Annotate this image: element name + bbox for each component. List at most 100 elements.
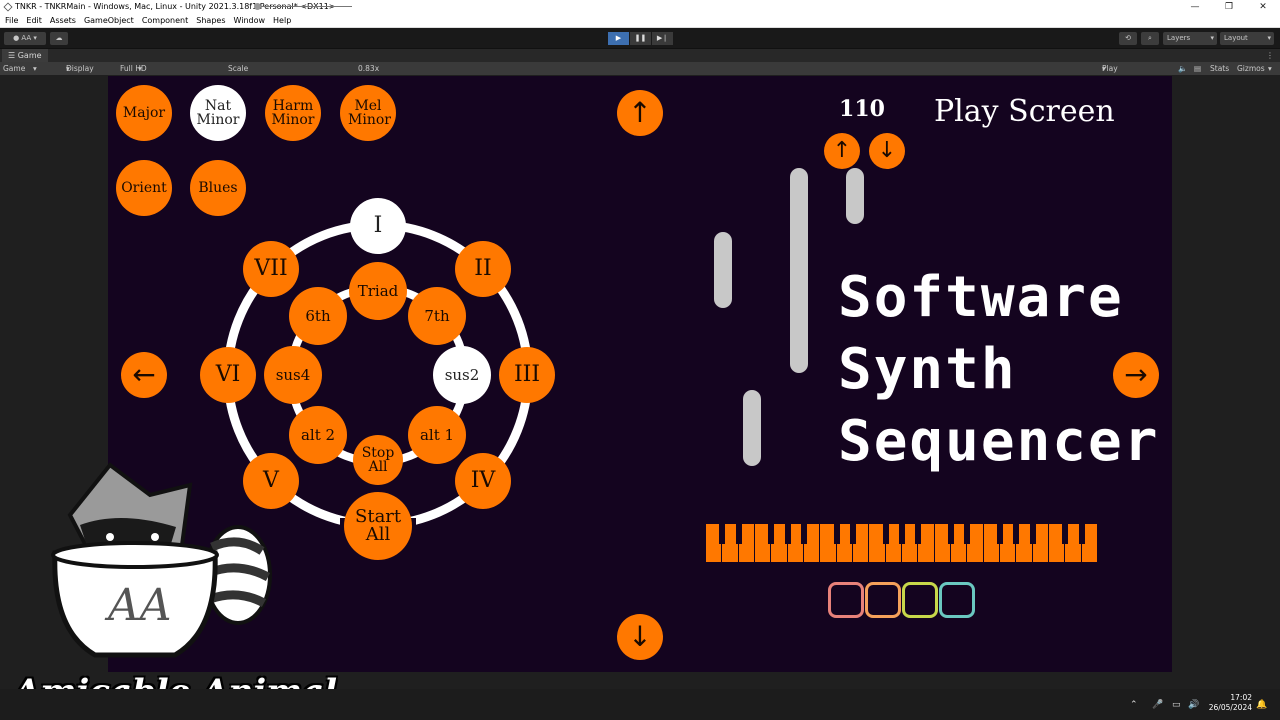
clock-time: 17:02 bbox=[1230, 693, 1252, 702]
piano-black-key[interactable] bbox=[899, 524, 905, 544]
search-icon[interactable]: ⌕ bbox=[1141, 32, 1159, 45]
brand-monogram: AA bbox=[104, 580, 172, 631]
menu-file[interactable]: File bbox=[5, 14, 18, 27]
chord-button-sus2[interactable]: sus2 bbox=[433, 346, 491, 404]
piano-black-key[interactable] bbox=[1029, 524, 1036, 544]
chevron-up-icon[interactable]: ⌃ bbox=[1130, 700, 1138, 710]
step-button[interactable]: ▶❘ bbox=[652, 32, 673, 45]
chevron-down-icon: ▾ bbox=[33, 64, 37, 73]
game-view-toolbar: Game▾ Display 1 ▾ Full HD (1920x1080)▾ S… bbox=[0, 62, 1280, 86]
menu-shapes[interactable]: Shapes bbox=[196, 14, 225, 27]
piano-keyboard[interactable] bbox=[706, 524, 1098, 562]
start-all-button[interactable]: Start All bbox=[344, 492, 412, 560]
menu-window[interactable]: Window bbox=[233, 14, 265, 27]
stop-all-label: Stop All bbox=[361, 445, 395, 475]
degree-button-i[interactable]: I bbox=[350, 198, 406, 254]
mute-audio-icon[interactable]: 🔈 bbox=[1178, 62, 1187, 75]
level-bar bbox=[714, 232, 732, 308]
cup: AA bbox=[51, 541, 219, 658]
piano-black-key[interactable] bbox=[882, 524, 889, 544]
network-icon[interactable]: ▭ bbox=[1172, 700, 1181, 710]
chevron-down-icon: ▾ bbox=[66, 64, 70, 73]
tempo-down-button[interactable]: ↓ bbox=[869, 133, 905, 169]
pattern-slot-1[interactable] bbox=[828, 582, 864, 618]
window-title: TNKR - TNKRMain - Windows, Mac, Linux - … bbox=[15, 2, 336, 11]
maximize-button[interactable]: ❐ bbox=[1212, 0, 1246, 14]
chevron-down-icon: ▾ bbox=[138, 64, 142, 73]
piano-black-key[interactable] bbox=[850, 524, 856, 544]
menu-bar: File Edit Assets GameObject Component Sh… bbox=[0, 14, 1280, 28]
piano-black-key[interactable] bbox=[948, 524, 954, 544]
clock-date: 26/05/2024 bbox=[1208, 703, 1252, 712]
layout-dropdown[interactable]: Layout ▾ bbox=[1220, 32, 1274, 45]
piano-black-key[interactable] bbox=[801, 524, 807, 544]
menu-help[interactable]: Help bbox=[273, 14, 291, 27]
pause-button[interactable]: ❚❚ bbox=[630, 32, 651, 45]
chevron-down-icon: ▾ bbox=[1267, 34, 1271, 42]
menu-gameobject[interactable]: GameObject bbox=[84, 14, 134, 27]
pattern-slot-2[interactable] bbox=[865, 582, 901, 618]
menu-assets[interactable]: Assets bbox=[50, 14, 76, 27]
volume-icon[interactable]: 🔊 bbox=[1188, 700, 1199, 710]
down-arrow-button[interactable]: ↓ bbox=[617, 614, 663, 660]
chevron-down-icon: ▾ bbox=[1210, 34, 1214, 42]
layers-dropdown[interactable]: Layers ▾ bbox=[1163, 32, 1217, 45]
chevron-down-icon[interactable]: ▾ bbox=[1268, 62, 1272, 75]
menu-component[interactable]: Component bbox=[142, 14, 188, 27]
piano-black-key[interactable] bbox=[768, 524, 775, 544]
chord-button-6th[interactable]: 6th bbox=[289, 287, 347, 345]
stats-toggle[interactable]: Stats bbox=[1210, 62, 1229, 75]
degree-button-ii[interactable]: II bbox=[455, 241, 511, 297]
scale-label: Scale bbox=[228, 64, 249, 73]
cloud-icon[interactable]: ☁ bbox=[50, 32, 68, 45]
piano-black-key[interactable] bbox=[964, 524, 971, 544]
left-arrow-button[interactable]: ← bbox=[121, 352, 167, 398]
system-clock[interactable]: 17:02 26/05/2024 bbox=[1209, 693, 1252, 713]
layout-label: Layout bbox=[1224, 34, 1248, 42]
piano-black-key[interactable] bbox=[1013, 524, 1020, 544]
degree-button-vii[interactable]: VII bbox=[243, 241, 299, 297]
piano-black-key[interactable] bbox=[735, 524, 742, 544]
menu-edit[interactable]: Edit bbox=[26, 14, 42, 27]
game-mode-label: Game bbox=[3, 64, 26, 73]
chord-button-triad[interactable]: Triad bbox=[349, 262, 407, 320]
tempo-bpm: 110 bbox=[839, 96, 885, 122]
scale-slider-handle[interactable] bbox=[254, 3, 261, 10]
piano-black-key[interactable] bbox=[1062, 524, 1069, 544]
pattern-slot-3[interactable] bbox=[902, 582, 938, 618]
chord-button-sus4[interactable]: sus4 bbox=[264, 346, 322, 404]
tempo-up-button[interactable]: ↑ bbox=[824, 133, 860, 169]
game-tab-icon: ☰ bbox=[8, 51, 18, 60]
piano-black-key[interactable] bbox=[719, 524, 726, 544]
degree-button-iii[interactable]: III bbox=[499, 347, 555, 403]
level-bar bbox=[790, 168, 808, 373]
chord-button-7th[interactable]: 7th bbox=[408, 287, 466, 345]
stats-icon: ▤ bbox=[1194, 64, 1202, 73]
scale-value: 0.83x bbox=[358, 64, 380, 73]
stop-all-button[interactable]: Stop All bbox=[353, 435, 403, 485]
tab-menu-icon[interactable]: ⋮ bbox=[1266, 49, 1274, 63]
level-bar bbox=[846, 168, 864, 224]
tab-game[interactable]: ☰ Game bbox=[2, 49, 48, 63]
minimize-button[interactable]: — bbox=[1178, 0, 1212, 14]
up-arrow-button[interactable]: ↑ bbox=[617, 90, 663, 136]
piano-black-key[interactable] bbox=[997, 524, 1003, 544]
close-button[interactable]: ✕ bbox=[1246, 0, 1280, 14]
notifications-icon[interactable]: 🔔 bbox=[1256, 700, 1267, 710]
piano-black-key[interactable] bbox=[784, 524, 791, 544]
degree-button-vi[interactable]: VI bbox=[200, 347, 256, 403]
play-button[interactable]: ▶ bbox=[608, 32, 629, 45]
gizmos-toggle[interactable]: Gizmos bbox=[1237, 62, 1265, 75]
piano-black-key[interactable] bbox=[1078, 524, 1085, 544]
microphone-icon[interactable]: 🎤 bbox=[1152, 700, 1163, 710]
chord-button-alt-1[interactable]: alt 1 bbox=[408, 406, 466, 464]
piano-black-key[interactable] bbox=[833, 524, 840, 544]
account-dropdown[interactable]: ● AA ▾ bbox=[4, 32, 46, 45]
scale-slider-track[interactable] bbox=[256, 6, 352, 7]
app-title-line: Software bbox=[838, 265, 1124, 330]
degree-button-iv[interactable]: IV bbox=[455, 453, 511, 509]
history-icon[interactable]: ⟲ bbox=[1119, 32, 1137, 45]
pattern-slot-4[interactable] bbox=[939, 582, 975, 618]
piano-black-key[interactable] bbox=[915, 524, 922, 544]
window-title-bar: TNKR - TNKRMain - Windows, Mac, Linux - … bbox=[0, 0, 1280, 14]
